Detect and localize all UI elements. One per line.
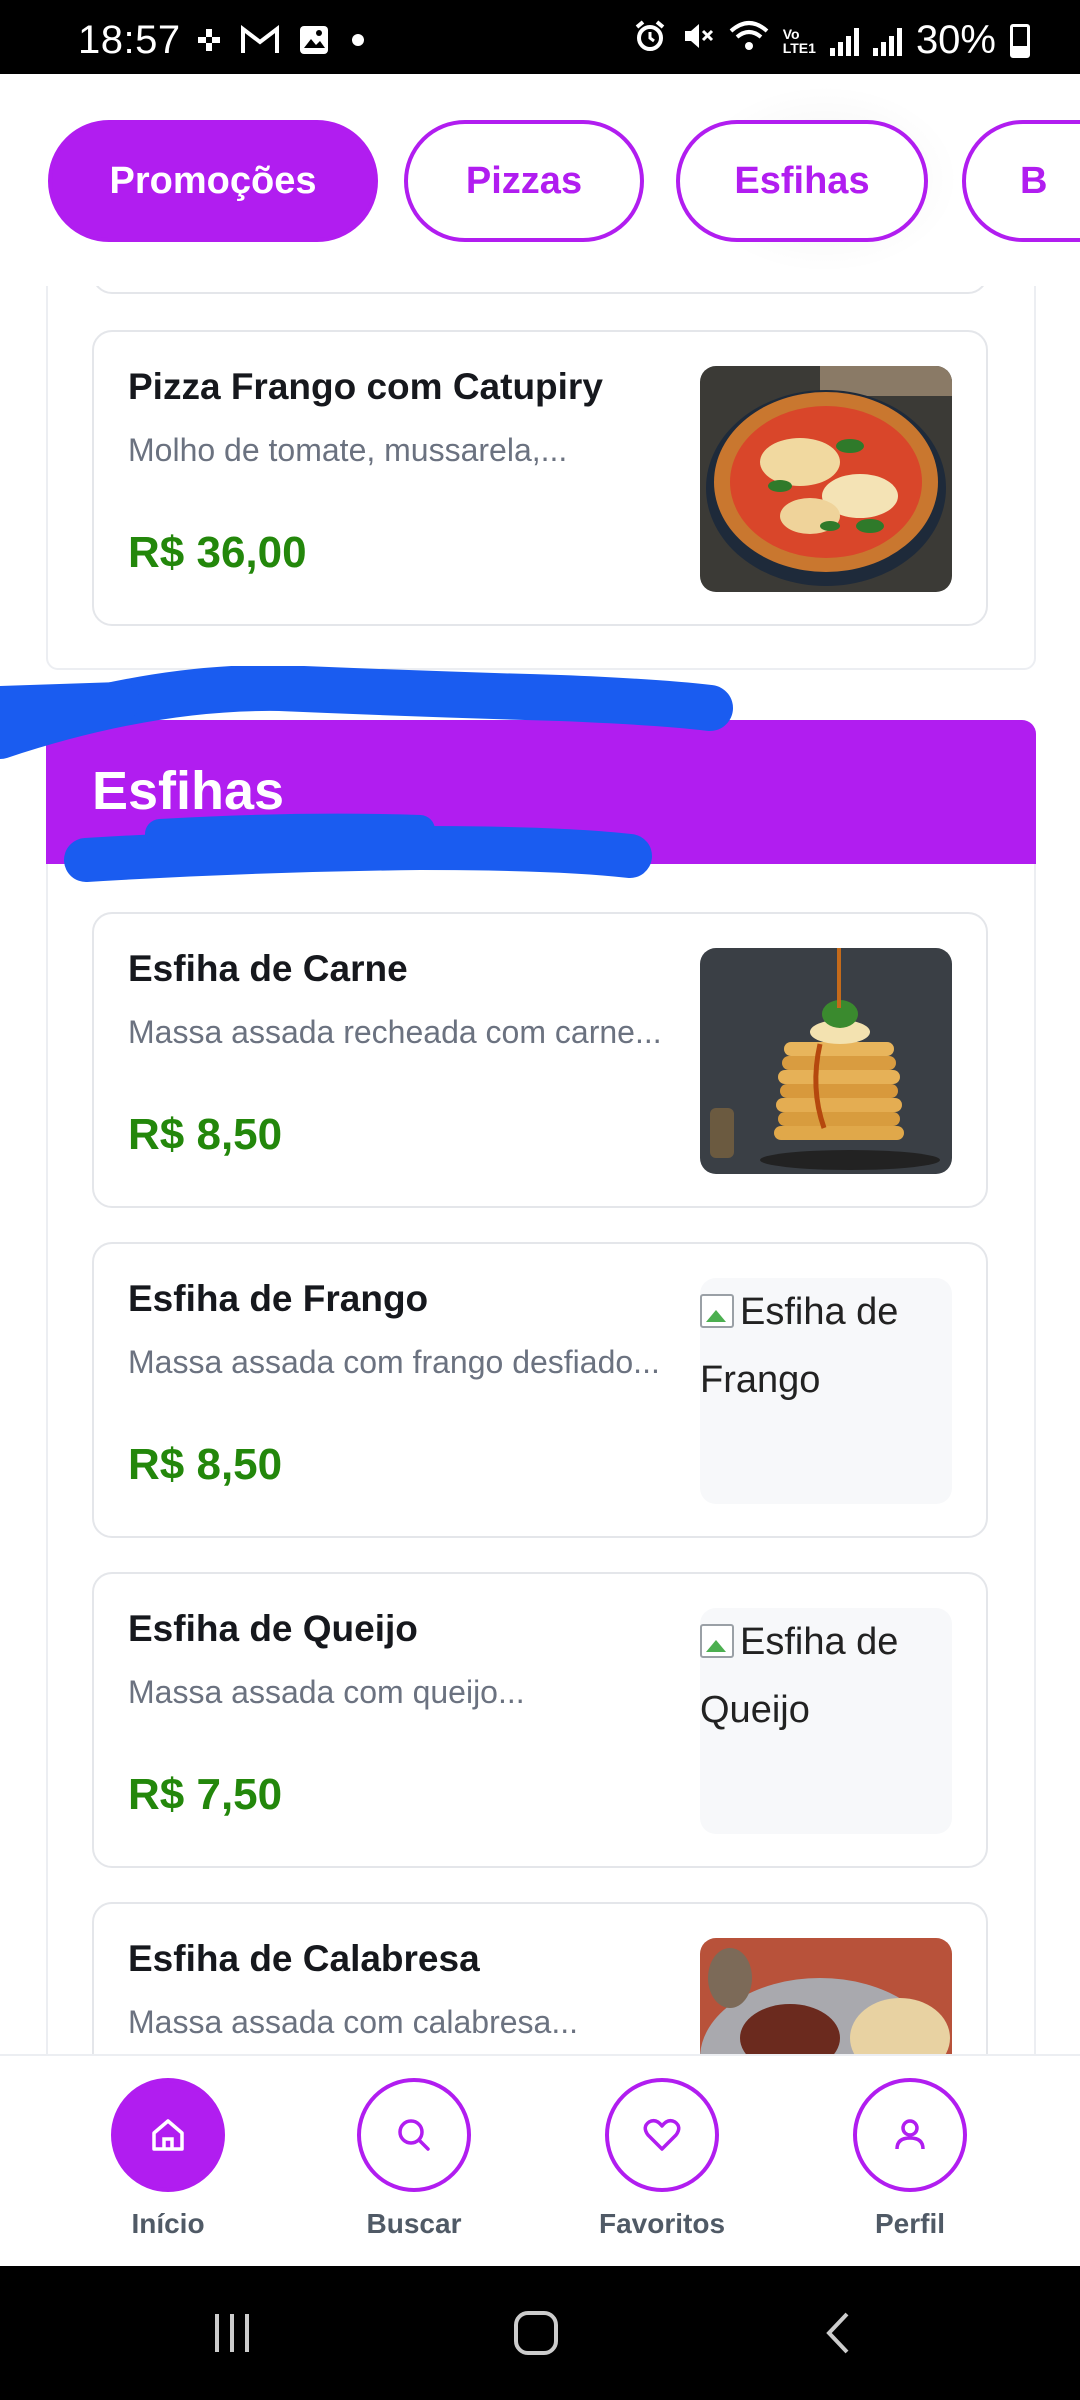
menu-content[interactable]: Pizza Frango com Catupiry Molho de tomat… <box>0 286 1080 2054</box>
product-name: Esfiha de Carne <box>128 948 408 989</box>
nav-label: Favoritos <box>598 2208 726 2239</box>
product-card[interactable]: Pizza Frango com Catupiry Molho de tomat… <box>92 330 988 626</box>
product-price: R$ 7,50 <box>128 1770 283 1819</box>
home-icon <box>152 2119 184 2151</box>
status-time: 18:57 <box>78 18 181 62</box>
tab-esfihas[interactable]: Esfihas <box>676 120 928 242</box>
gallery-icon <box>298 24 330 61</box>
product-name: Esfiha de Frango <box>128 1278 429 1319</box>
dot-icon <box>348 30 368 55</box>
previous-card-edge <box>92 286 988 294</box>
product-card[interactable]: Esfiha de Frango Massa assada com frango… <box>92 1242 988 1538</box>
product-card[interactable]: Esfiha de Queijo Massa assada com queijo… <box>92 1572 988 1868</box>
broken-image-icon <box>700 1624 734 1658</box>
product-price: R$ 36,00 <box>128 528 307 577</box>
product-description: Molho de tomate, mussarela,... <box>128 432 568 468</box>
product-card[interactable]: Esfiha de Calabresa Massa assada com cal… <box>92 1902 988 2054</box>
recents-icon[interactable] <box>192 2296 272 2370</box>
product-description: Massa assada com calabresa... <box>128 2004 578 2040</box>
tab-promocoes[interactable]: Promoções <box>48 120 378 242</box>
tab-next-category[interactable]: B <box>962 120 1080 242</box>
volte-icon: Vo LTE1 <box>782 25 816 56</box>
nav-favoritos[interactable]: Favoritos <box>572 2078 752 2240</box>
nav-label: Início <box>131 2208 205 2239</box>
nav-icon-circle[interactable] <box>111 2078 225 2192</box>
home-button-icon[interactable] <box>496 2296 576 2370</box>
status-bar: 18:57 Vo LTE1 30% <box>0 0 1080 74</box>
product-description: Massa assada recheada com carne... <box>128 1014 662 1050</box>
nav-buscar[interactable]: Buscar <box>324 2078 504 2240</box>
alarm-icon <box>633 18 667 63</box>
nav-icon-circle[interactable] <box>605 2078 719 2192</box>
nav-icon-circle[interactable] <box>357 2078 471 2192</box>
broken-image: Esfiha de Queijo <box>700 1608 952 1834</box>
battery-percent: 30% <box>915 18 996 62</box>
wifi-icon <box>729 18 769 63</box>
product-description: Massa assada com queijo... <box>128 1674 525 1710</box>
broken-image-icon <box>700 1294 734 1328</box>
product-card[interactable]: Esfiha de Carne Massa assada recheada co… <box>92 912 988 1208</box>
signal-icon <box>829 26 859 56</box>
system-navigation-bar <box>0 2266 1080 2400</box>
product-price: R$ 8,50 <box>128 1110 283 1159</box>
mute-icon <box>681 18 715 63</box>
signal-icon <box>872 26 902 56</box>
product-name: Esfiha de Calabresa <box>128 1938 480 1979</box>
heart-icon <box>643 2118 681 2151</box>
broken-image: Esfiha de Frango <box>700 1278 952 1504</box>
product-price: R$ 8,50 <box>128 1440 283 1489</box>
scribble-overlay <box>0 666 733 882</box>
back-icon[interactable] <box>800 2296 880 2370</box>
nav-label: Perfil <box>874 2208 946 2239</box>
product-name: Pizza Frango com Catupiry <box>128 366 603 407</box>
system-indicators: Vo LTE1 30% <box>633 18 1030 63</box>
nav-icon-circle[interactable] <box>853 2078 967 2192</box>
search-icon <box>398 2119 430 2151</box>
notification-icons <box>196 24 368 61</box>
nav-inicio[interactable]: Início <box>78 2078 258 2240</box>
product-description: Massa assada com frango desfiado... <box>128 1344 660 1380</box>
nav-label: Buscar <box>366 2208 462 2239</box>
nav-perfil[interactable]: Perfil <box>820 2078 1000 2240</box>
product-name: Esfiha de Queijo <box>128 1608 418 1649</box>
bottom-navigation: Início Buscar Favoritos Perfil <box>0 2054 1080 2266</box>
pancake-stack-photo <box>700 948 952 1174</box>
flatbread-plate-photo <box>700 1938 952 2054</box>
pizza-photo <box>700 366 952 592</box>
slack-icon <box>196 27 222 58</box>
battery-icon <box>1010 23 1030 58</box>
user-icon <box>895 2119 925 2150</box>
category-tabs: Promoções Pizzas Esfihas B <box>0 74 1080 286</box>
tab-pizzas[interactable]: Pizzas <box>404 120 644 242</box>
gmail-icon <box>240 24 280 60</box>
